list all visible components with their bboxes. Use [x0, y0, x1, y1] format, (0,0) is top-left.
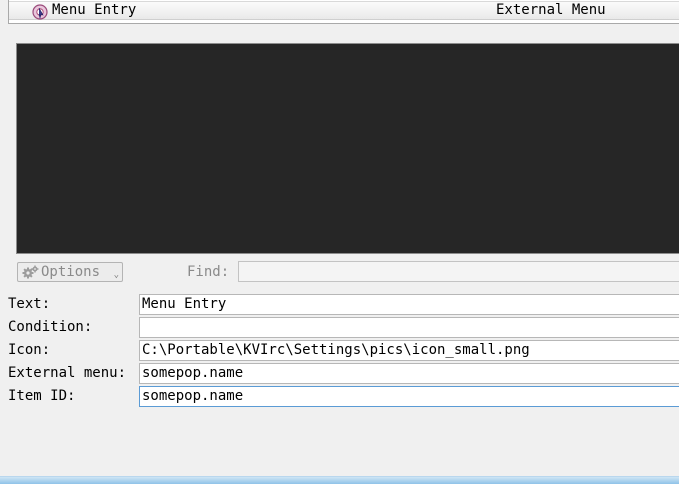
- menu-tree-list[interactable]: Menu Entry External Menu: [8, 0, 679, 24]
- icon-label: Icon:: [8, 342, 51, 358]
- text-field[interactable]: Menu Entry: [139, 294, 679, 315]
- options-button-label: Options: [41, 264, 101, 280]
- bottom-status-strip: [0, 476, 679, 484]
- window: { "tree": { "selected_item": { "name": "…: [0, 0, 679, 484]
- script-editor[interactable]: [16, 43, 679, 254]
- external-menu-field[interactable]: somepop.name: [139, 363, 679, 384]
- item-id-label: Item ID:: [8, 388, 76, 404]
- external-menu-label: External menu:: [8, 365, 127, 381]
- dropdown-arrow-icon: ⌄: [113, 270, 119, 280]
- text-label: Text:: [8, 296, 51, 312]
- condition-label: Condition:: [8, 319, 93, 335]
- tree-item-name: Menu Entry: [52, 2, 137, 18]
- tree-row-selected[interactable]: Menu Entry External Menu: [9, 1, 679, 20]
- item-id-field[interactable]: somepop.name: [139, 386, 679, 407]
- find-input[interactable]: [238, 261, 679, 282]
- options-button[interactable]: Options ⌄: [17, 262, 123, 282]
- condition-field[interactable]: [139, 317, 679, 338]
- gear-icon: [22, 264, 40, 280]
- tree-item-type: External Menu: [496, 2, 606, 18]
- find-label: Find:: [187, 264, 230, 280]
- icon-field[interactable]: C:\Portable\KVIrc\Settings\pics\icon_sma…: [139, 340, 679, 361]
- menu-entry-icon: [31, 3, 49, 20]
